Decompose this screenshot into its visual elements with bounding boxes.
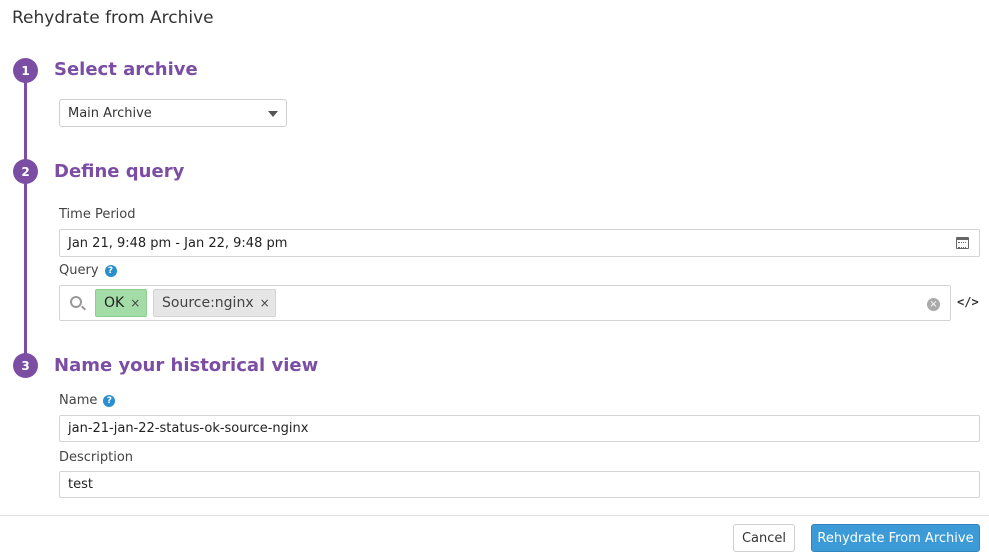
query-tag-source[interactable]: Source:nginx ×: [153, 289, 276, 317]
stepper-line: [24, 70, 27, 368]
query-help-icon[interactable]: ?: [104, 264, 117, 277]
name-help-icon[interactable]: ?: [103, 394, 116, 407]
footer-divider: [0, 515, 989, 516]
time-period-value: Jan 21, 9:48 pm - Jan 22, 9:48 pm: [68, 235, 288, 251]
time-period-label: Time Period: [59, 207, 136, 222]
time-period-input[interactable]: Jan 21, 9:48 pm - Jan 22, 9:48 pm: [59, 229, 980, 257]
description-value: test: [68, 477, 93, 492]
query-input[interactable]: OK × Source:nginx × ×: [59, 285, 951, 321]
archive-select[interactable]: Main Archive: [59, 99, 287, 127]
tag-remove-icon[interactable]: ×: [260, 296, 270, 310]
step-3-circle: 3: [13, 353, 38, 378]
dialog-title: Rehydrate from Archive: [12, 8, 214, 28]
tag-label: Source:nginx: [162, 295, 254, 311]
step-2-circle: 2: [13, 159, 38, 184]
name-label: Name ?: [59, 393, 116, 408]
tag-label: OK: [104, 295, 125, 311]
archive-select-value: Main Archive: [68, 105, 152, 121]
tag-remove-icon[interactable]: ×: [130, 296, 140, 310]
query-label: Query ?: [59, 263, 117, 278]
step-1-circle: 1: [13, 58, 38, 83]
step-1-title: Select archive: [54, 59, 198, 80]
step-3-title: Name your historical view: [54, 355, 319, 376]
code-view-icon[interactable]: </>: [957, 295, 979, 309]
step-2-title: Define query: [54, 161, 185, 182]
query-tag-ok[interactable]: OK ×: [95, 289, 147, 317]
cancel-button[interactable]: Cancel: [733, 524, 795, 552]
caret-down-icon: [268, 111, 278, 117]
rehydrate-button[interactable]: Rehydrate From Archive: [811, 524, 980, 552]
name-input[interactable]: jan-21-jan-22-status-ok-source-nginx: [59, 415, 980, 442]
search-icon: [70, 296, 82, 308]
name-value: jan-21-jan-22-status-ok-source-nginx: [68, 421, 309, 436]
clear-query-icon[interactable]: ×: [927, 298, 940, 311]
calendar-icon[interactable]: [956, 237, 969, 249]
description-label: Description: [59, 450, 134, 465]
description-input[interactable]: test: [59, 471, 980, 498]
